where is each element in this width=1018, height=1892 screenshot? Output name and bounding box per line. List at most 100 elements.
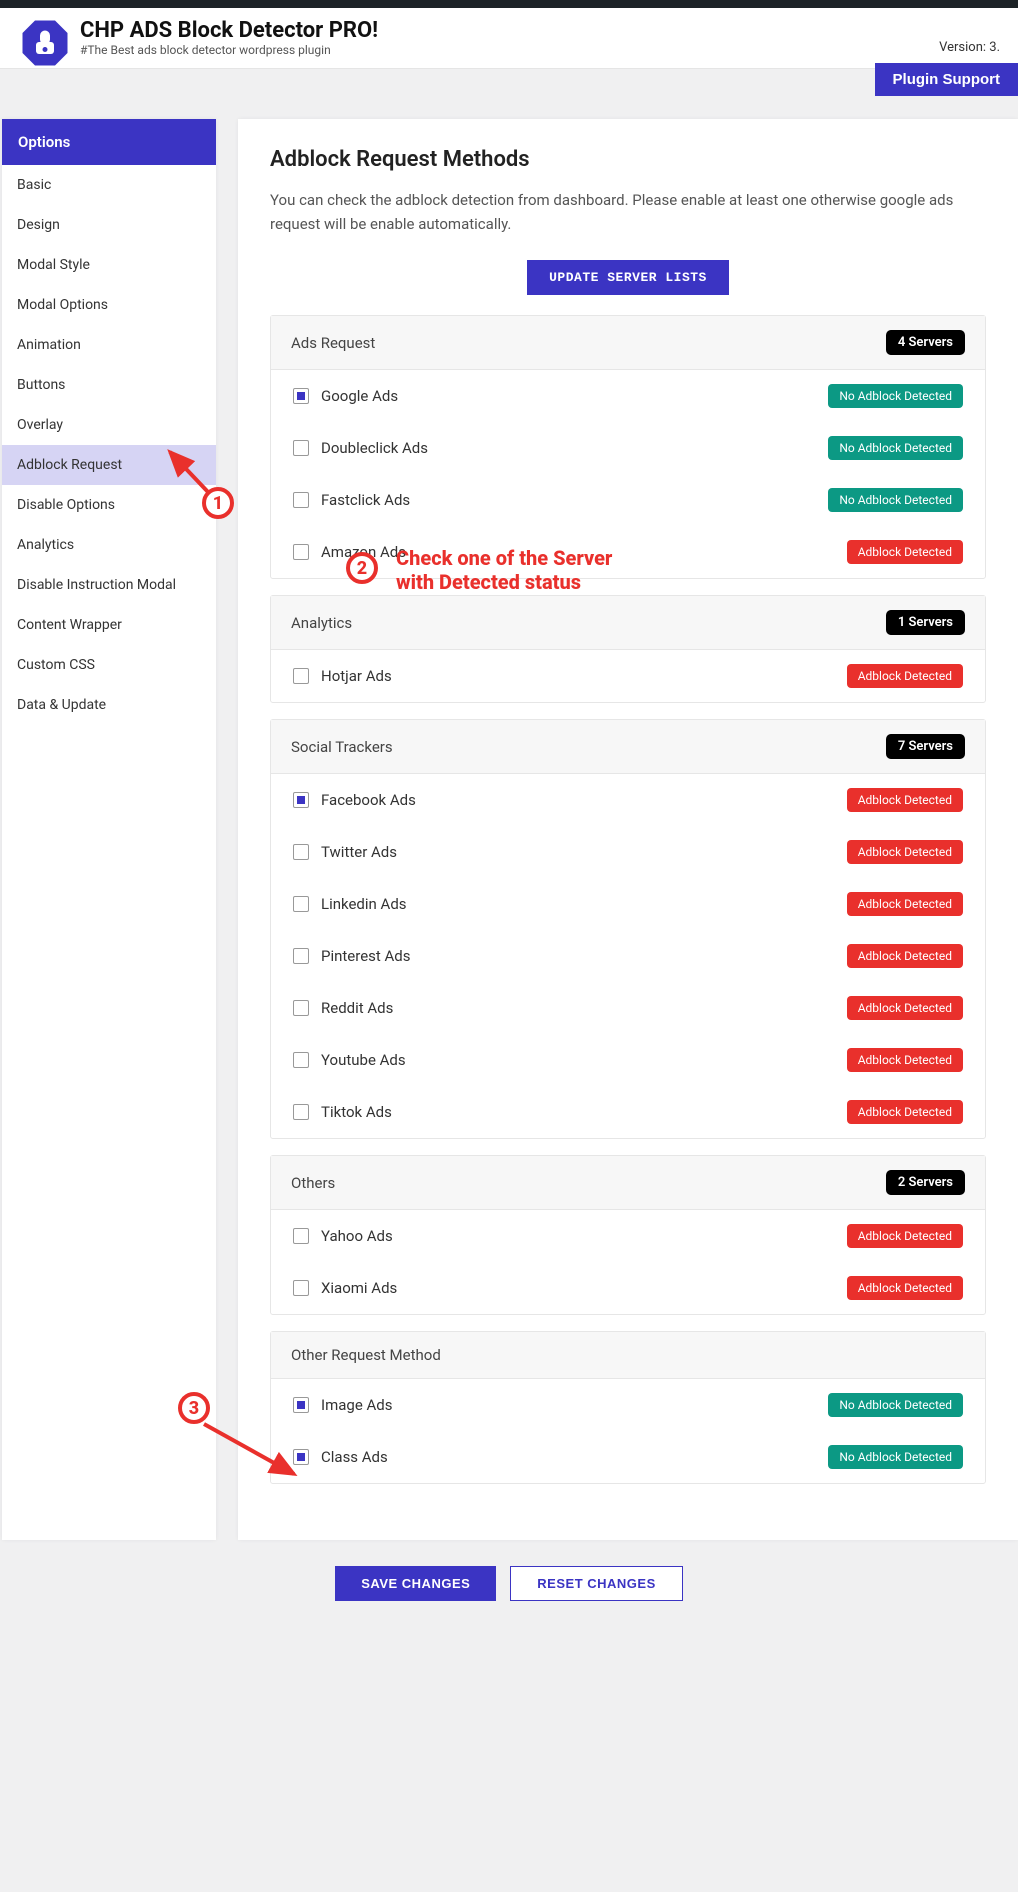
sidebar-item-buttons[interactable]: Buttons [2,365,216,405]
server-row: Facebook Ads Adblock Detected [271,774,985,826]
server-label: Reddit Ads [321,999,393,1017]
detection-status-badge: Adblock Detected [847,1276,963,1300]
sidebar-item-data-update[interactable]: Data & Update [2,685,216,725]
annotation-marker-3: 3 [178,1392,210,1424]
server-row: Hotjar Ads Adblock Detected [271,650,985,702]
server-checkbox[interactable] [293,896,309,912]
server-checkbox[interactable] [293,544,309,560]
server-row: Image Ads No Adblock Detected [271,1379,985,1431]
sidebar-item-animation[interactable]: Animation [2,325,216,365]
group-ads-request: Ads Request 4 Servers Google Ads No Adblock… [270,315,986,579]
server-checkbox[interactable] [293,388,309,404]
sidebar-item-overlay[interactable]: Overlay [2,405,216,445]
plugin-title: CHP ADS Block Detector PRO! [80,18,378,43]
server-label: Tiktok Ads [321,1103,392,1121]
annotation-arrow-3 [198,1418,308,1488]
detection-status-badge: Adblock Detected [847,1224,963,1248]
detection-status-badge: No Adblock Detected [828,436,963,460]
detection-status-badge: Adblock Detected [847,664,963,688]
detection-status-badge: No Adblock Detected [828,1445,963,1469]
page-title: Adblock Request Methods [270,147,986,172]
plugin-header: CHP ADS Block Detector PRO! #The Best ad… [0,8,1018,69]
server-checkbox[interactable] [293,1000,309,1016]
server-checkbox[interactable] [293,440,309,456]
group-social-trackers: Social Trackers7 ServersFacebook AdsAdbl… [270,719,986,1139]
server-row: Google Ads No Adblock Detected [271,370,985,422]
plugin-subtitle: #The Best ads block detector wordpress p… [80,43,378,57]
detection-status-badge: No Adblock Detected [828,384,963,408]
form-actions: SAVE CHANGES RESET CHANGES [0,1540,1018,1613]
servers-count-badge: 1 Servers [886,610,965,635]
detection-status-badge: Adblock Detected [847,996,963,1020]
server-label: Youtube Ads [321,1051,406,1069]
server-checkbox[interactable] [293,1228,309,1244]
plugin-logo-icon [20,18,70,68]
detection-status-badge: No Adblock Detected [828,1393,963,1417]
detection-status-badge: No Adblock Detected [828,488,963,512]
server-label: Doubleclick Ads [321,439,428,457]
plugin-version: Version: 3. [939,40,1000,55]
sidebar-item-design[interactable]: Design [2,205,216,245]
detection-status-badge: Adblock Detected [847,540,963,564]
save-changes-button[interactable]: SAVE CHANGES [335,1566,496,1601]
detection-status-badge: Adblock Detected [847,840,963,864]
server-label: Hotjar Ads [321,667,392,685]
server-checkbox[interactable] [293,1397,309,1413]
server-label: Xiaomi Ads [321,1279,397,1297]
server-row: Reddit Ads Adblock Detected [271,982,985,1034]
server-label: Linkedin Ads [321,895,407,913]
server-row: Fastclick Ads No Adblock Detected [271,474,985,526]
server-checkbox[interactable] [293,1104,309,1120]
detection-status-badge: Adblock Detected [847,788,963,812]
page-description: You can check the adblock detection from… [270,188,986,236]
server-row: Twitter Ads Adblock Detected [271,826,985,878]
group-title: Social Trackers [291,738,393,756]
servers-count-badge: 4 Servers [886,330,965,355]
annotation-marker-2: 2 [346,552,378,584]
group-title: Ads Request [291,334,375,352]
server-checkbox[interactable] [293,1280,309,1296]
update-server-lists-button[interactable]: UPDATE SERVER LISTS [527,260,729,295]
annotation-marker-1: 1 [202,487,234,519]
server-row: Tiktok Ads Adblock Detected [271,1086,985,1138]
sidebar-item-basic[interactable]: Basic [2,165,216,205]
sidebar-item-analytics[interactable]: Analytics [2,525,216,565]
server-label: Class Ads [321,1448,388,1466]
detection-status-badge: Adblock Detected [847,944,963,968]
sidebar-item-disable-instruction-modal[interactable]: Disable Instruction Modal [2,565,216,605]
server-checkbox[interactable] [293,668,309,684]
group-analytics: Analytics1 ServersHotjar AdsAdblock Dete… [270,595,986,703]
server-label: Yahoo Ads [321,1227,393,1245]
group-others: Others 2 Servers Yahoo Ads Adblock Detected… [270,1155,986,1315]
sidebar-item-custom-css[interactable]: Custom CSS [2,645,216,685]
server-row: Amazon AdsAdblock Detected [271,526,985,578]
server-checkbox[interactable] [293,844,309,860]
server-label: Google Ads [321,387,398,405]
server-checkbox[interactable] [293,792,309,808]
server-label: Image Ads [321,1396,392,1414]
server-row: Class Ads No Adblock Detected [271,1431,985,1483]
settings-panel: Adblock Request Methods You can check th… [238,119,1018,1540]
sidebar-item-modal-options[interactable]: Modal Options [2,285,216,325]
server-row: Doubleclick Ads No Adblock Detected [271,422,985,474]
group-title: Others [291,1174,335,1192]
servers-count-badge: 2 Servers [886,1170,965,1195]
server-label: Facebook Ads [321,791,416,809]
server-checkbox[interactable] [293,948,309,964]
detection-status-badge: Adblock Detected [847,1100,963,1124]
sidebar-item-content-wrapper[interactable]: Content Wrapper [2,605,216,645]
server-label: Twitter Ads [321,843,397,861]
sidebar-item-modal-style[interactable]: Modal Style [2,245,216,285]
server-row: Pinterest AdsAdblock Detected [271,930,985,982]
sidebar-title: Options [2,119,216,165]
server-row: Yahoo Ads Adblock Detected [271,1210,985,1262]
server-checkbox[interactable] [293,1052,309,1068]
options-sidebar: Options BasicDesignModal StyleModal Opti… [2,119,216,1540]
group-title: Other Request Method [291,1346,441,1364]
reset-changes-button[interactable]: RESET CHANGES [510,1566,682,1601]
server-label: Fastclick Ads [321,491,410,509]
server-row: Xiaomi Ads Adblock Detected [271,1262,985,1314]
server-checkbox[interactable] [293,492,309,508]
plugin-support-button[interactable]: Plugin Support [875,63,1018,96]
detection-status-badge: Adblock Detected [847,892,963,916]
